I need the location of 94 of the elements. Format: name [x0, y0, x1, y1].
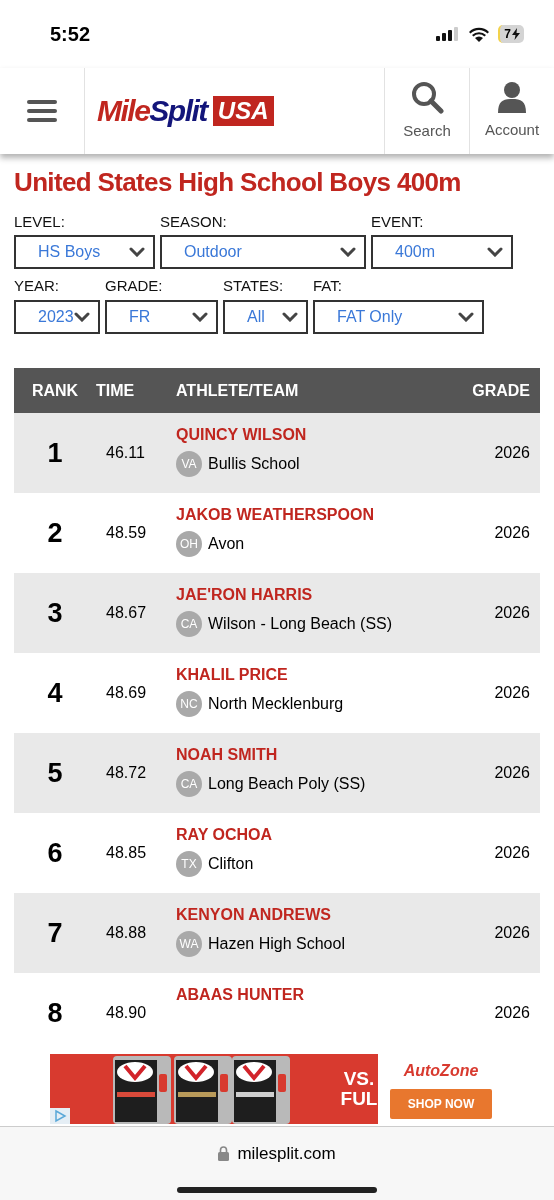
rank-cell: 3 — [14, 573, 96, 653]
time-cell: 48.59 — [96, 493, 166, 573]
state-badge: OH — [176, 531, 202, 557]
ad-headline: FUL — [340, 1089, 378, 1109]
lock-icon — [218, 1146, 230, 1162]
state-badge: NC — [176, 691, 202, 717]
rank-cell: 4 — [14, 653, 96, 733]
signal-icon — [436, 27, 461, 41]
shop-now-button[interactable]: SHOP NOW — [389, 1089, 493, 1119]
ad-choices-icon — [50, 1108, 70, 1124]
menu-icon — [27, 99, 57, 123]
grade-cell: 2026 — [460, 813, 540, 893]
brand-logo: AutoZone — [403, 1061, 479, 1081]
grade-cell: 2026 — [460, 973, 540, 1053]
address-bar[interactable]: milesplit.com — [218, 1141, 336, 1167]
athlete-link[interactable]: RAY OCHOA — [176, 825, 460, 845]
site-logo[interactable]: MileSplit USA — [97, 96, 274, 126]
school-name: Long Beach Poly (SS) — [208, 774, 366, 794]
time-cell: 48.69 — [96, 653, 166, 733]
rank-cell: 1 — [14, 413, 96, 493]
school-name: Hazen High School — [208, 934, 345, 954]
state-badge: WA — [176, 931, 202, 957]
filter-label: YEAR: — [14, 277, 60, 296]
school-name: Avon — [208, 534, 245, 554]
grade-cell: 2026 — [460, 653, 540, 733]
search-icon — [410, 79, 444, 114]
filter-dropdown[interactable]: FAT Only — [313, 300, 484, 334]
chevron-icon — [282, 312, 298, 322]
school-name: Wilson - Long Beach (SS) — [208, 614, 393, 634]
filter-label: SEASON: — [160, 212, 228, 232]
chevron-icon — [340, 247, 356, 258]
rank-cell: 2 — [14, 493, 96, 573]
chevron-icon — [487, 247, 503, 258]
rank-cell: 5 — [14, 733, 96, 813]
ad-headline: VS. — [343, 1069, 375, 1089]
state-badge: TX — [176, 851, 202, 877]
logo-text: MileSplit — [97, 96, 207, 126]
page-title: United States High School Boys 400m — [13, 166, 462, 199]
account-button[interactable]: Account — [469, 68, 554, 154]
athlete-link[interactable]: ABAAS HUNTER — [176, 985, 460, 1005]
filter-label: STATES: — [223, 277, 285, 296]
time-cell: 46.11 — [96, 413, 166, 493]
grade-cell: 2026 — [460, 893, 540, 973]
state-badge: VA — [176, 451, 202, 477]
filter-label: LEVEL: — [14, 212, 66, 232]
url-text: milesplit.com — [237, 1143, 336, 1165]
athlete-link[interactable]: NOAH SMITH — [176, 745, 460, 765]
time-cell: 48.88 — [96, 893, 166, 973]
state-badge: CA — [176, 611, 202, 637]
time-cell: 48.85 — [96, 813, 166, 893]
school-name: Clifton — [208, 854, 254, 874]
time-cell: 48.90 — [96, 973, 166, 1053]
column-header: ATHLETE/TEAM — [166, 368, 460, 413]
filter-dropdown[interactable]: Outdoor — [160, 235, 366, 270]
filter-dropdown[interactable]: FR — [105, 300, 218, 334]
filter-label: EVENT: — [371, 212, 425, 232]
filter-label: GRADE: — [105, 277, 164, 296]
chevron-icon — [192, 312, 208, 322]
time-cell: 48.72 — [96, 733, 166, 813]
school-name: Bullis School — [208, 454, 300, 474]
search-button[interactable]: Search — [384, 68, 469, 154]
chevron-icon — [74, 312, 90, 322]
grade-cell: 2026 — [460, 733, 540, 813]
grade-cell: 2026 — [460, 573, 540, 653]
column-header: GRADE — [460, 368, 540, 413]
column-header: TIME — [96, 368, 166, 413]
advertisement-banner[interactable]: VS. FUL AutoZone SHOP NOW — [50, 1054, 504, 1124]
state-badge: CA — [176, 771, 202, 797]
athlete-link[interactable]: JAKOB WEATHERSPOON — [176, 505, 460, 525]
wifi-icon — [468, 26, 491, 42]
column-header: RANK — [14, 368, 96, 413]
filter-dropdown[interactable]: HS Boys — [14, 235, 155, 270]
rank-cell: 6 — [14, 813, 96, 893]
filter-dropdown[interactable]: 400m — [371, 235, 513, 270]
chevron-icon — [458, 312, 474, 322]
filter-dropdown[interactable]: All — [223, 300, 308, 334]
filter-dropdown[interactable]: 2023 — [14, 300, 100, 334]
charging-icon — [512, 28, 520, 40]
time-cell: 48.67 — [96, 573, 166, 653]
school-name: North Mecklenburg — [208, 694, 344, 714]
grade-cell: 2026 — [460, 413, 540, 493]
athlete-link[interactable]: QUINCY WILSON — [176, 425, 460, 445]
logo-badge: USA — [212, 96, 274, 126]
chevron-icon — [129, 247, 145, 258]
athlete-link[interactable]: JAE'RON HARRIS — [176, 585, 460, 605]
battery-level: 7 — [504, 28, 511, 40]
grade-cell: 2026 — [460, 493, 540, 573]
rank-cell: 8 — [14, 973, 96, 1053]
rank-cell: 7 — [14, 893, 96, 973]
person-icon — [497, 80, 527, 113]
filter-label: FAT: — [313, 277, 343, 296]
athlete-link[interactable]: KENYON ANDREWS — [176, 905, 460, 925]
athlete-link[interactable]: KHALIL PRICE — [176, 665, 460, 685]
clock-time: 5:52 — [50, 22, 91, 47]
